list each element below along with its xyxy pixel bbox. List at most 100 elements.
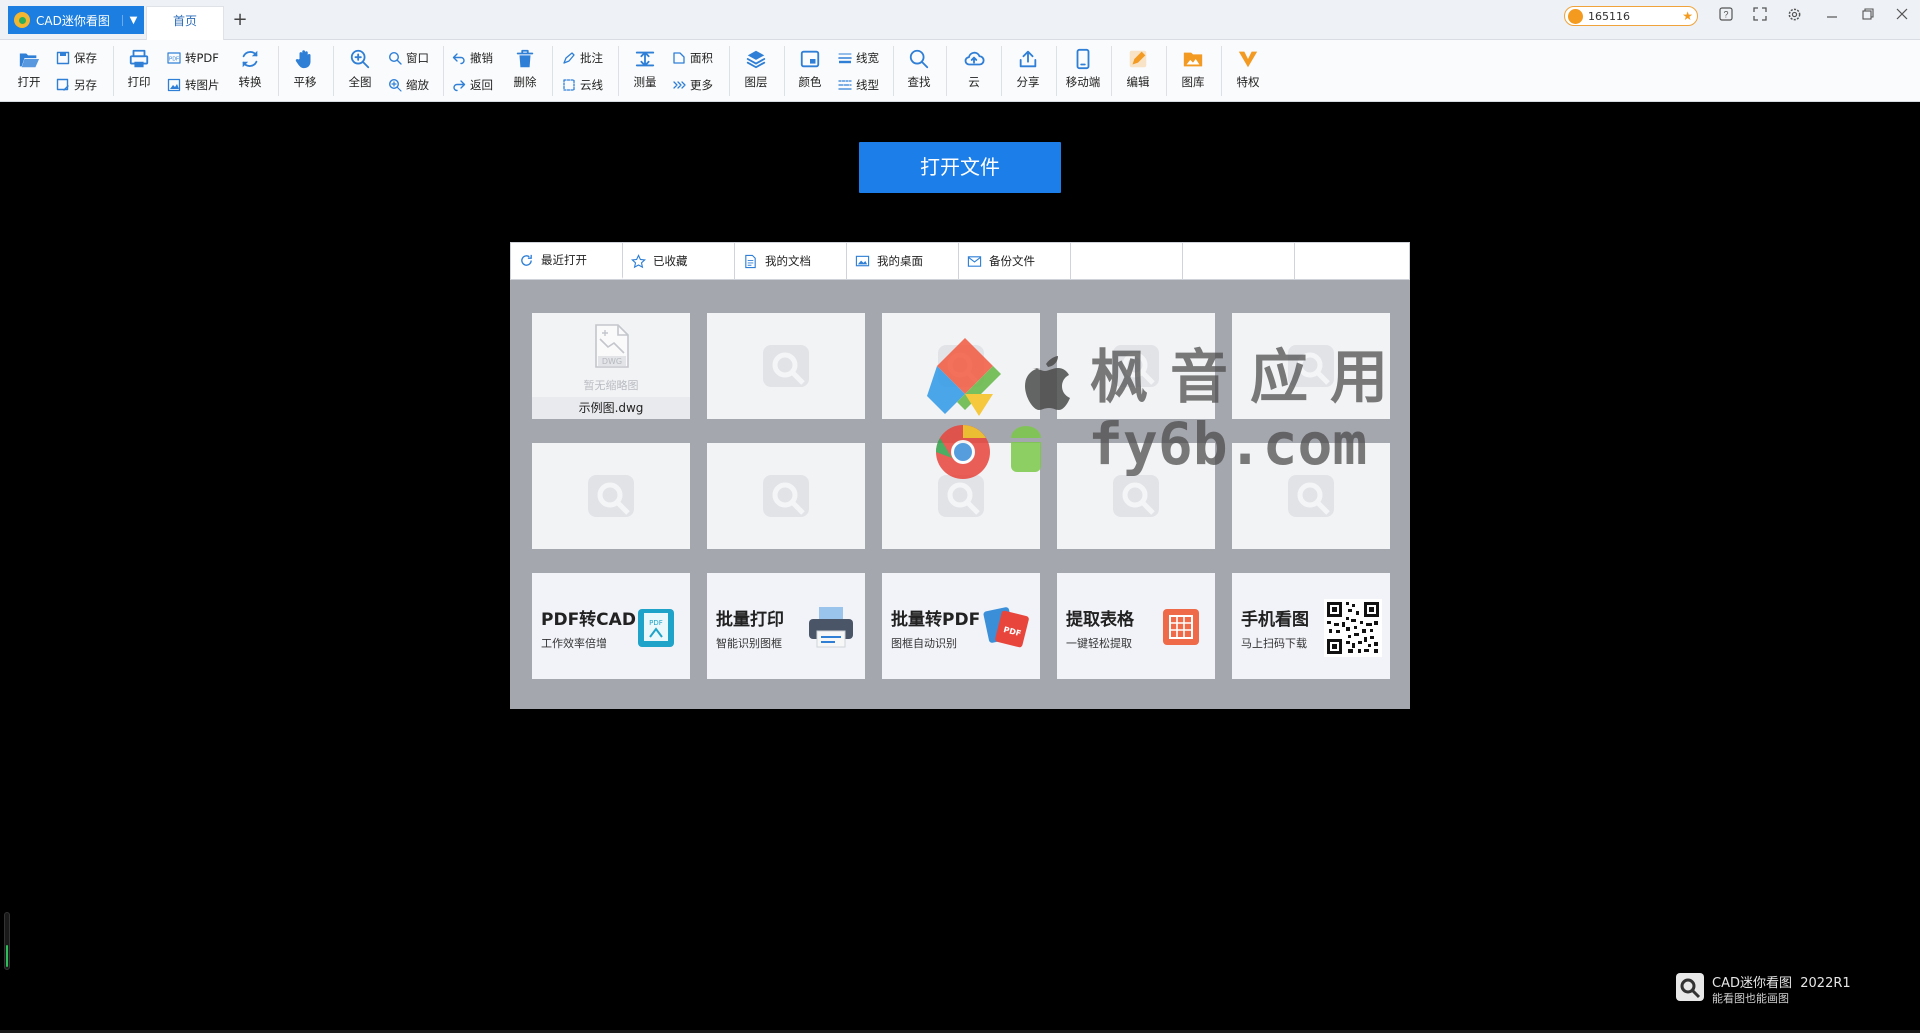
document-icon — [745, 254, 756, 268]
tab-favorites[interactable]: 已收藏 — [623, 243, 735, 279]
chevron-down-icon[interactable]: ▼ — [122, 14, 144, 26]
save-as-button[interactable]: 另存 — [56, 76, 97, 94]
tab-my-desktop[interactable]: 我的桌面 — [847, 243, 959, 279]
settings-gear-icon[interactable] — [1782, 7, 1806, 27]
minimize-button[interactable] — [1820, 7, 1844, 27]
mobile-phone-icon — [1076, 48, 1090, 70]
find-button[interactable]: 查找 — [899, 46, 939, 98]
pdf-to-cad-icon: PDF — [638, 609, 674, 647]
recent-file-tile[interactable]: DWG 暂无缩略图 示例图.dwg — [532, 313, 690, 419]
more-button[interactable]: 更多 — [672, 76, 713, 94]
share-button[interactable]: 分享 — [1008, 46, 1048, 98]
desktop-image-icon — [855, 255, 870, 266]
svg-text:PDF: PDF — [649, 619, 663, 627]
cloud-line-button[interactable]: 云线 — [562, 76, 603, 94]
save-button[interactable]: 保存 — [56, 49, 97, 67]
help-icon[interactable]: ? — [1714, 7, 1738, 27]
watermark-text: 枫音应用 — [1090, 343, 1411, 411]
tab-empty — [1183, 243, 1295, 279]
watermark-apple-icon — [1025, 356, 1070, 410]
print-button[interactable]: 打印 — [119, 46, 159, 98]
tab-empty — [1071, 243, 1183, 279]
app-name: CAD迷你看图 — [36, 13, 110, 28]
fullscreen-icon[interactable] — [1748, 7, 1772, 27]
app-menu-button[interactable]: CAD迷你看图 ▼ — [8, 6, 144, 34]
empty-slot — [707, 313, 865, 419]
tab-empty — [1295, 243, 1409, 279]
line-width-button[interactable]: 线宽 — [838, 49, 879, 67]
promo-mobile-view[interactable]: 手机看图 马上扫码下载 — [1232, 573, 1390, 679]
promo-batch-print[interactable]: 批量打印 智能识别图框 — [707, 573, 865, 679]
area-button[interactable]: 面积 — [672, 49, 713, 67]
tab-home[interactable]: 首页 — [146, 6, 224, 40]
pdf-stack-icon: PDF — [983, 607, 1029, 648]
color-button[interactable]: 颜色 — [790, 46, 830, 98]
placeholder-logo-icon — [763, 475, 809, 517]
measure-icon — [635, 51, 655, 67]
app-logo-icon — [14, 12, 30, 28]
share-icon — [1019, 50, 1037, 68]
layers-button[interactable]: 图层 — [736, 46, 776, 98]
tab-my-documents[interactable]: 我的文档 — [735, 243, 847, 279]
gallery-button[interactable]: 图库 — [1173, 46, 1213, 98]
brand-logo-icon — [1676, 973, 1704, 1001]
close-button[interactable] — [1890, 7, 1914, 27]
undo-button[interactable]: 撤销 — [452, 49, 493, 67]
promo-title: 批量打印 — [716, 610, 784, 630]
cloud-button[interactable]: 云 — [954, 46, 994, 98]
brand-badge: CAD迷你看图 2022R1 能看图也能画图 — [1676, 970, 1866, 1006]
delete-button[interactable]: 删除 — [505, 46, 545, 98]
measure-button[interactable]: 测量 — [625, 46, 665, 98]
edit-button[interactable]: 编辑 — [1118, 46, 1158, 98]
printer-icon — [129, 49, 149, 68]
pdf-icon: PDF — [167, 52, 181, 64]
placeholder-logo-icon — [588, 475, 634, 517]
side-indicator — [4, 912, 10, 970]
image-icon — [167, 78, 181, 92]
color-palette-icon — [800, 50, 820, 68]
tab-backup-files[interactable]: 备份文件 — [959, 243, 1071, 279]
toolbar: 打开 保存 另存 打印 PDF 转PDF 转图片 转换 平移 全图 窗口 缩放 — [0, 40, 1920, 102]
promo-extract-table[interactable]: 提取表格 一键轻松提取 — [1057, 573, 1215, 679]
promo-title: 批量转PDF — [891, 610, 981, 630]
star-icon — [631, 253, 646, 268]
new-tab-button[interactable]: + — [230, 10, 250, 30]
tab-recent[interactable]: 最近打开 — [511, 243, 623, 279]
open-button[interactable]: 打开 — [9, 46, 49, 98]
back-button[interactable]: 返回 — [452, 76, 493, 94]
promo-subtitle: 一键轻松提取 — [1066, 637, 1132, 650]
promo-batch-to-pdf[interactable]: 批量转PDF 图框自动识别 PDF — [882, 573, 1040, 679]
annotate-button[interactable]: 批注 — [562, 49, 603, 67]
annotate-icon — [563, 52, 575, 64]
restore-button[interactable] — [1856, 7, 1880, 27]
to-pdf-button[interactable]: PDF 转PDF — [167, 49, 219, 67]
window-zoom-button[interactable]: 窗口 — [388, 49, 429, 67]
empty-slot — [707, 443, 865, 549]
user-account[interactable]: 165116 ★ — [1564, 6, 1698, 26]
promo-pdf-to-cad[interactable]: PDF转CAD 工作效率倍增 PDF — [532, 573, 690, 679]
mobile-button[interactable]: 移动端 — [1063, 46, 1103, 98]
refresh-icon — [521, 254, 532, 266]
zoom-full-icon — [350, 49, 370, 69]
line-type-button[interactable]: 线型 — [838, 76, 879, 94]
trash-icon — [516, 49, 534, 68]
open-file-button[interactable]: 打开文件 — [859, 142, 1061, 193]
user-id: 165116 — [1588, 9, 1630, 23]
zoom-icon — [388, 78, 402, 92]
privilege-button[interactable]: 特权 — [1228, 46, 1268, 98]
to-image-button[interactable]: 转图片 — [167, 76, 220, 94]
convert-button[interactable]: 转换 — [230, 46, 270, 98]
file-name: 示例图.dwg — [532, 397, 690, 419]
zoom-window-icon — [388, 51, 402, 65]
qr-code-icon — [1324, 599, 1382, 657]
promo-subtitle: 工作效率倍增 — [541, 637, 607, 650]
pan-button[interactable]: 平移 — [285, 46, 325, 98]
zoom-button[interactable]: 缩放 — [388, 76, 429, 94]
full-view-button[interactable]: 全图 — [340, 46, 380, 98]
save-icon — [56, 51, 70, 65]
refresh-convert-icon — [242, 50, 258, 68]
area-icon — [673, 52, 685, 64]
hand-icon — [295, 50, 311, 69]
avatar — [1568, 8, 1583, 24]
no-thumbnail-label: 暂无缩略图 — [583, 379, 639, 392]
